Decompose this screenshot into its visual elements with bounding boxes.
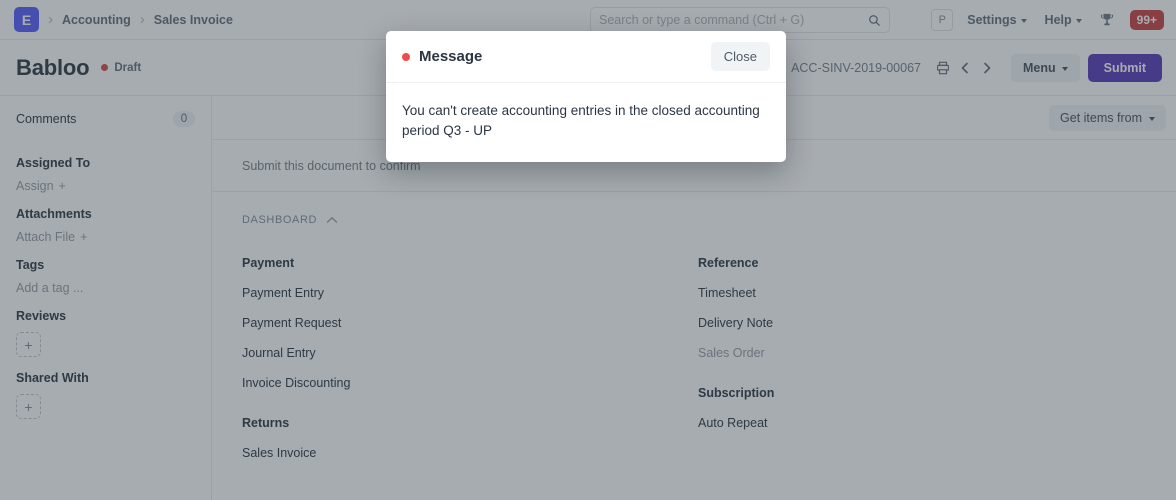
message-dialog: Message Close You can't create accountin… <box>386 31 786 163</box>
status-dot-icon <box>402 52 410 61</box>
message-dialog-body: You can't create accounting entries in t… <box>402 103 760 138</box>
app-root: E › Accounting › Sales Invoice P Setting… <box>0 0 1176 500</box>
message-dialog-title-wrap: Message <box>402 48 482 65</box>
message-dialog-header: Message Close <box>386 31 786 83</box>
close-button[interactable]: Close <box>710 42 770 71</box>
message-dialog-title: Message <box>419 48 483 65</box>
